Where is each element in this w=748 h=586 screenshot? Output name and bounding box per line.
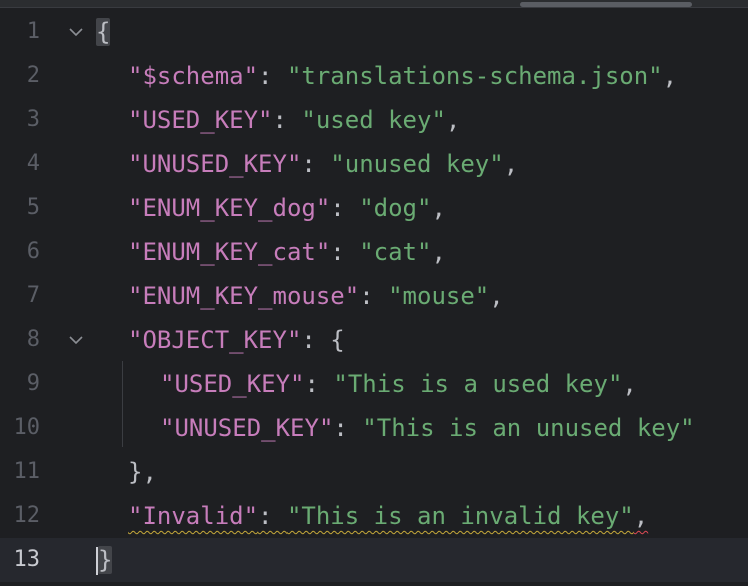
json-comma: , xyxy=(445,106,461,134)
json-colon: : xyxy=(304,370,334,398)
code-line-7[interactable]: 7 "ENUM_KEY_mouse": "mouse", xyxy=(0,274,748,318)
scrollbar-thumb[interactable] xyxy=(520,2,692,7)
json-key: "OBJECT_KEY" xyxy=(128,326,302,354)
json-colon: : xyxy=(330,238,360,266)
code-text: "UNUSED_KEY": "unused key", xyxy=(128,142,518,186)
json-close-brace: }, xyxy=(128,458,157,486)
json-value: "used key" xyxy=(301,106,446,134)
line-number: 2 xyxy=(26,63,40,88)
json-key: "ENUM_KEY_dog" xyxy=(128,194,331,222)
line-number: 7 xyxy=(26,283,40,308)
json-colon: : xyxy=(330,194,360,222)
code-line-12[interactable]: 12 "Invalid": "This is an invalid key", xyxy=(0,494,748,538)
json-colon: : xyxy=(359,282,389,310)
json-value: "mouse" xyxy=(388,282,490,310)
code-text: "$schema": "translations-schema.json", xyxy=(128,54,677,98)
json-value: "This is a used key" xyxy=(333,370,623,398)
code-line-6[interactable]: 6 "ENUM_KEY_cat": "cat", xyxy=(0,230,748,274)
code-line-2[interactable]: 2 "$schema": "translations-schema.json", xyxy=(0,54,748,98)
json-colon: : xyxy=(301,150,331,178)
code-text: "Invalid": "This is an invalid key", xyxy=(128,494,648,538)
line-number: 4 xyxy=(26,151,40,176)
json-open-brace: { xyxy=(330,326,345,354)
line-number: 1 xyxy=(26,19,40,44)
line-number: 11 xyxy=(13,459,41,484)
code-text: "ENUM_KEY_mouse": "mouse", xyxy=(128,274,504,318)
json-comma: , xyxy=(503,150,519,178)
json-value: "dog" xyxy=(359,194,432,222)
code-text: "UNUSED_KEY": "This is an unused key" xyxy=(160,406,695,450)
close-brace: } xyxy=(98,546,113,574)
line-number: 10 xyxy=(13,415,41,440)
json-key: "UNUSED_KEY" xyxy=(128,150,302,178)
json-comma: , xyxy=(431,194,446,222)
json-value-invalid: "This is an invalid key" xyxy=(286,502,634,530)
json-comma-error: , xyxy=(633,502,649,530)
json-comma: , xyxy=(489,282,504,310)
line-number: 5 xyxy=(26,195,40,220)
line-number: 6 xyxy=(26,239,40,264)
json-value: "unused key" xyxy=(330,150,504,178)
json-key: "$schema" xyxy=(128,62,259,90)
code-editor[interactable]: 1 { 2 "$schema": "translations-schema.js… xyxy=(0,0,748,586)
json-comma: , xyxy=(431,238,446,266)
chevron-down-icon[interactable] xyxy=(66,318,86,362)
json-key: "UNUSED_KEY" xyxy=(160,414,334,442)
json-value: "This is an unused key" xyxy=(362,414,695,442)
json-value: "translations-schema.json" xyxy=(286,62,663,90)
json-key: "USED_KEY" xyxy=(160,370,305,398)
json-colon: : xyxy=(258,502,287,530)
json-key: "ENUM_KEY_mouse" xyxy=(128,282,360,310)
horizontal-scrollbar[interactable] xyxy=(0,0,748,8)
json-key: "ENUM_KEY_cat" xyxy=(128,238,331,266)
open-brace: { xyxy=(96,18,111,46)
chevron-down-icon[interactable] xyxy=(66,10,86,54)
json-colon: : xyxy=(258,62,287,90)
code-line-13-current[interactable]: 13 } xyxy=(0,538,748,582)
code-line-10[interactable]: 10 "UNUSED_KEY": "This is an unused key" xyxy=(0,406,748,450)
line-number: 3 xyxy=(26,107,40,132)
json-colon: : xyxy=(333,414,363,442)
code-line-4[interactable]: 4 "UNUSED_KEY": "unused key", xyxy=(0,142,748,186)
code-line-5[interactable]: 5 "ENUM_KEY_dog": "dog", xyxy=(0,186,748,230)
json-comma: , xyxy=(662,62,678,90)
code-line-8[interactable]: 8 "OBJECT_KEY": { xyxy=(0,318,748,362)
json-value: "cat" xyxy=(359,238,432,266)
code-text: "USED_KEY": "This is a used key", xyxy=(160,362,637,406)
code-line-11[interactable]: 11 }, xyxy=(0,450,748,494)
code-text: "ENUM_KEY_cat": "cat", xyxy=(128,230,446,274)
json-colon: : xyxy=(272,106,302,134)
code-text: { xyxy=(96,10,111,54)
code-line-1[interactable]: 1 { xyxy=(0,10,748,54)
code-line-3[interactable]: 3 "USED_KEY": "used key", xyxy=(0,98,748,142)
json-comma: , xyxy=(622,370,637,398)
line-number: 13 xyxy=(13,547,41,572)
line-number: 12 xyxy=(13,503,41,528)
code-text: "OBJECT_KEY": { xyxy=(128,318,345,362)
code-text: } xyxy=(96,538,113,582)
code-line-9[interactable]: 9 "USED_KEY": "This is a used key", xyxy=(0,362,748,406)
json-key: "USED_KEY" xyxy=(128,106,273,134)
json-key-invalid: "Invalid" xyxy=(128,502,259,530)
code-text: "ENUM_KEY_dog": "dog", xyxy=(128,186,446,230)
line-number: 8 xyxy=(26,327,40,352)
code-text: }, xyxy=(128,450,157,494)
code-text: "USED_KEY": "used key", xyxy=(128,98,460,142)
json-colon: : xyxy=(301,326,331,354)
line-number: 9 xyxy=(26,371,40,396)
